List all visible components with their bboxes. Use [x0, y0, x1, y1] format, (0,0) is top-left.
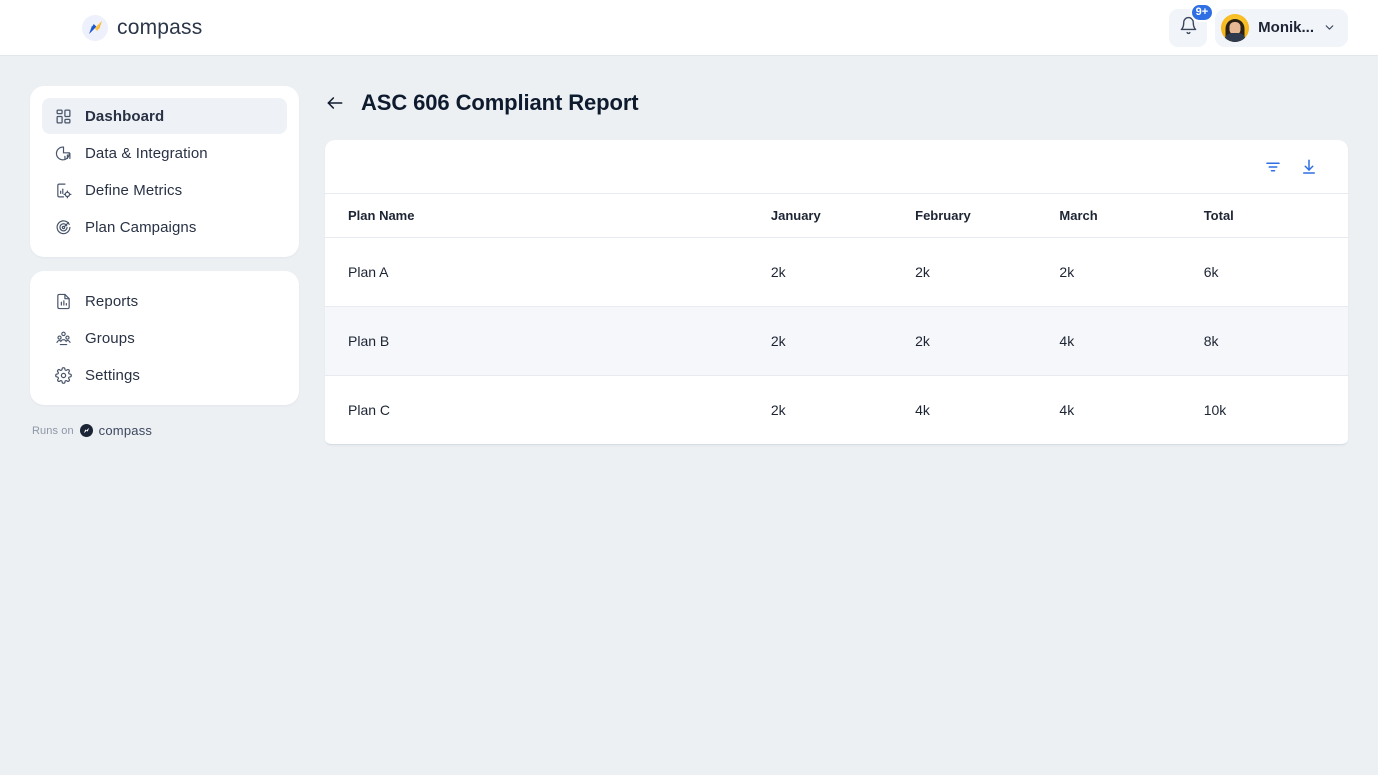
people-group-icon [54, 329, 72, 347]
sidebar-item-label: Plan Campaigns [85, 219, 196, 236]
report-card: Plan Name January February March Total P… [325, 140, 1348, 445]
pie-chart-icon [54, 144, 72, 162]
brand-logo[interactable]: compass [82, 15, 202, 41]
sidebar-item-label: Groups [85, 330, 135, 347]
filter-icon[interactable] [1264, 158, 1282, 176]
table-row[interactable]: Plan C 2k 4k 4k 10k [325, 376, 1348, 445]
cell-march: 2k [1059, 238, 1203, 307]
sidebar-item-label: Reports [85, 293, 138, 310]
document-chart-icon [54, 292, 72, 310]
sidebar: Dashboard Data & Integration [30, 86, 299, 745]
runs-on-prefix: Runs on [32, 425, 74, 437]
cell-plan-name: Plan C [325, 376, 771, 445]
cell-total: 8k [1204, 307, 1348, 376]
cell-february: 2k [915, 307, 1059, 376]
cell-february: 2k [915, 238, 1059, 307]
table-row[interactable]: Plan B 2k 2k 4k 8k [325, 307, 1348, 376]
sidebar-item-plan-campaigns[interactable]: Plan Campaigns [42, 209, 287, 245]
column-header-total[interactable]: Total [1204, 194, 1348, 238]
user-menu-button[interactable]: Monik... [1215, 9, 1348, 47]
dashboard-grid-icon [54, 107, 72, 125]
column-header-plan-name[interactable]: Plan Name [325, 194, 771, 238]
table-row[interactable]: Plan A 2k 2k 2k 6k [325, 238, 1348, 307]
sidebar-item-label: Settings [85, 367, 140, 384]
main-content: ASC 606 Compliant Report Pla [325, 86, 1348, 745]
app-header: compass 9+ Monik... [0, 0, 1378, 56]
sidebar-item-define-metrics[interactable]: Define Metrics [42, 172, 287, 208]
column-header-february[interactable]: February [915, 194, 1059, 238]
document-gear-icon [54, 181, 72, 199]
sidebar-item-label: Define Metrics [85, 182, 182, 199]
cell-plan-name: Plan B [325, 307, 771, 376]
runs-on-footer: Runs on compass [30, 423, 299, 438]
user-name: Monik... [1258, 19, 1314, 36]
column-header-january[interactable]: January [771, 194, 915, 238]
sidebar-item-reports[interactable]: Reports [42, 283, 287, 319]
user-avatar [1221, 14, 1249, 42]
sidebar-item-dashboard[interactable]: Dashboard [42, 98, 287, 134]
cell-total: 10k [1204, 376, 1348, 445]
cell-january: 2k [771, 307, 915, 376]
compass-badge-icon [80, 424, 93, 437]
sidebar-item-groups[interactable]: Groups [42, 320, 287, 356]
table-header-row: Plan Name January February March Total [325, 194, 1348, 238]
cell-january: 2k [771, 376, 915, 445]
page-title: ASC 606 Compliant Report [361, 90, 639, 116]
cell-february: 4k [915, 376, 1059, 445]
download-icon[interactable] [1300, 158, 1318, 176]
header-actions: 9+ Monik... [1169, 9, 1348, 47]
report-table: Plan Name January February March Total P… [325, 194, 1348, 444]
compass-logo-icon [82, 15, 108, 41]
cell-total: 6k [1204, 238, 1348, 307]
arrow-left-icon[interactable] [325, 93, 345, 113]
sidebar-group-primary: Dashboard Data & Integration [30, 86, 299, 257]
sidebar-item-label: Dashboard [85, 108, 164, 125]
cell-march: 4k [1059, 307, 1203, 376]
chevron-down-icon[interactable] [1323, 21, 1336, 34]
column-header-march[interactable]: March [1059, 194, 1203, 238]
sidebar-item-label: Data & Integration [85, 145, 208, 162]
brand-name: compass [117, 16, 202, 40]
sidebar-group-secondary: Reports Groups [30, 271, 299, 405]
page-header: ASC 606 Compliant Report [325, 86, 1348, 116]
notifications-button[interactable]: 9+ [1169, 9, 1207, 47]
gear-icon [54, 366, 72, 384]
notification-badge: 9+ [1190, 3, 1215, 22]
sidebar-item-settings[interactable]: Settings [42, 357, 287, 393]
cell-plan-name: Plan A [325, 238, 771, 307]
cell-january: 2k [771, 238, 915, 307]
app-body: Dashboard Data & Integration [0, 56, 1378, 775]
sidebar-item-data-integration[interactable]: Data & Integration [42, 135, 287, 171]
runs-on-brand: compass [99, 423, 152, 438]
table-toolbar [325, 140, 1348, 194]
target-icon [54, 218, 72, 236]
cell-march: 4k [1059, 376, 1203, 445]
